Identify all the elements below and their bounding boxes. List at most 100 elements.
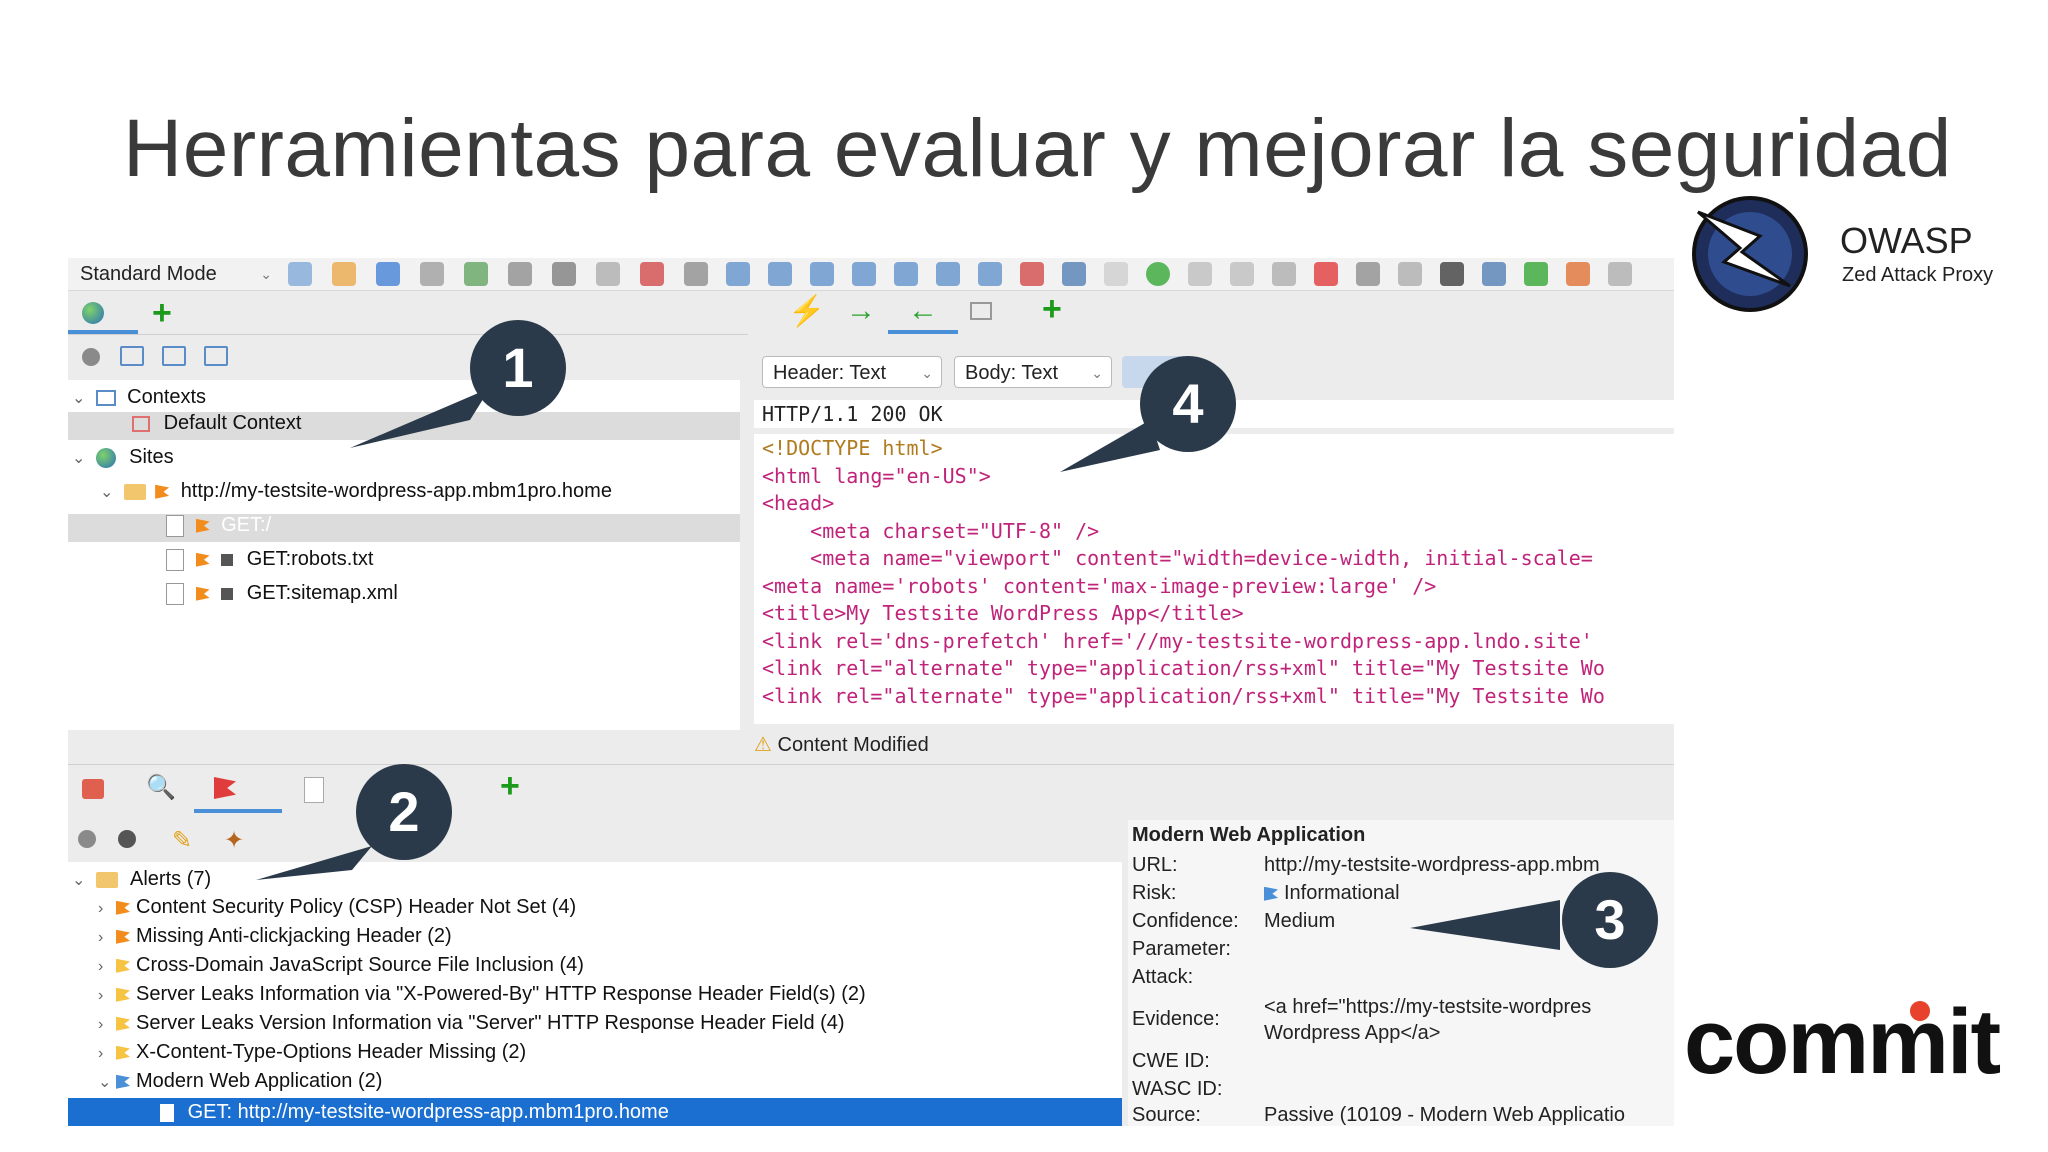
slide-title: Herramientas para evaluar y mejorar la s… — [123, 103, 1952, 194]
filter-icon[interactable] — [1356, 262, 1380, 286]
alert-item[interactable]: › Content Security Policy (CSP) Header No… — [98, 896, 576, 919]
risk-value: Informational — [1264, 882, 1400, 905]
circle-icon[interactable] — [78, 830, 96, 848]
active-tab-indicator — [68, 330, 138, 334]
manage-addons-icon[interactable] — [1062, 262, 1086, 286]
response-body[interactable]: <!DOCTYPE html> <html lang="en-US"> <head>… — [754, 434, 1674, 724]
tree-contexts[interactable]: ⌄ Contexts — [72, 386, 206, 409]
firefox-icon[interactable] — [1566, 262, 1590, 286]
owasp-logo-icon — [1692, 196, 1808, 312]
globe-icon[interactable] — [82, 302, 104, 324]
export-icon[interactable] — [596, 262, 620, 286]
risk-label: Risk: — [1132, 882, 1177, 904]
layout-7-icon[interactable] — [978, 262, 1002, 286]
cwe-label: CWE ID: — [1132, 1050, 1210, 1072]
record-icon[interactable] — [82, 348, 100, 366]
tree-node-robots[interactable]: GET:robots.txt — [68, 548, 373, 571]
alert-item[interactable]: › Cross-Domain JavaScript Source File Inc… — [98, 954, 584, 977]
alerts-root[interactable]: ⌄ Alerts (7) — [72, 868, 211, 891]
hint-icon[interactable] — [1104, 262, 1128, 286]
chevron-right-icon: › — [98, 900, 104, 917]
delete-icon[interactable] — [640, 262, 664, 286]
lightning-icon[interactable]: ⚡ — [788, 294, 825, 329]
chevron-down-icon: ⌄ — [72, 390, 86, 407]
search-icon[interactable]: 🔍 — [146, 773, 176, 802]
contexts-label: Contexts — [127, 386, 207, 408]
alert-item[interactable]: ⌄ Modern Web Application (2) — [98, 1070, 382, 1093]
url-value[interactable]: http://my-testsite-wordpress-app.mbm — [1264, 854, 1600, 877]
spider-icon — [221, 553, 234, 566]
owasp-subtitle: Zed Attack Proxy — [1842, 264, 1994, 286]
session-properties-icon[interactable] — [464, 262, 488, 286]
broom-icon[interactable]: ✦ — [224, 826, 244, 855]
scan-policy-icon[interactable] — [552, 262, 576, 286]
body-view-select[interactable]: Body: Text ⌄ — [954, 356, 1112, 388]
export-context-icon[interactable] — [204, 346, 228, 366]
alerts-flag-icon[interactable] — [214, 777, 236, 799]
url-label: URL: — [1132, 854, 1178, 876]
step-icon[interactable] — [1188, 262, 1212, 286]
stop-icon[interactable] — [1314, 262, 1338, 286]
file-icon — [160, 1103, 174, 1122]
scan-icon[interactable] — [1398, 262, 1422, 286]
output-icon[interactable] — [304, 777, 324, 803]
alert-item[interactable]: › Missing Anti-clickjacking Header (2) — [98, 925, 452, 948]
layout-4-icon[interactable] — [852, 262, 876, 286]
tree-node-sitemap[interactable]: GET:sitemap.xml — [68, 582, 398, 605]
new-context-icon[interactable] — [120, 346, 144, 366]
callout-4: 4 — [1140, 356, 1236, 452]
alert-item[interactable]: › X-Content-Type-Options Header Missing (… — [98, 1041, 526, 1064]
alert-item-label: Cross-Domain JavaScript Source File Incl… — [136, 954, 584, 976]
import-context-icon[interactable] — [162, 346, 186, 366]
alert-selected-row[interactable]: GET: http://my-testsite-wordpress-app.mb… — [68, 1098, 1122, 1126]
arrow-right-icon[interactable]: → — [846, 294, 876, 328]
tree-default-context[interactable]: Default Context — [68, 412, 740, 440]
flag-icon — [195, 586, 210, 601]
page-icon[interactable] — [1608, 262, 1632, 286]
alerts-tree: ⌄ Alerts (7) › Content Security Policy (C… — [68, 862, 1122, 1126]
layout-6-icon[interactable] — [936, 262, 960, 286]
add-icon[interactable]: + — [500, 767, 520, 806]
mode-select[interactable]: Standard Mode ⌄ — [70, 258, 280, 290]
save-session-icon[interactable] — [376, 262, 400, 286]
flag-icon — [116, 1016, 130, 1031]
header-view-select[interactable]: Header: Text ⌄ — [762, 356, 942, 388]
alert-item[interactable]: › Server Leaks Version Information via "S… — [98, 1012, 845, 1035]
callout-1: 1 — [470, 320, 566, 416]
hud-icon[interactable] — [1524, 262, 1548, 286]
edit-icon[interactable]: ✎ — [172, 826, 192, 855]
arrow-left-icon[interactable]: ← — [908, 294, 938, 328]
add-icon[interactable]: + — [1042, 290, 1062, 329]
layout-2-icon[interactable] — [768, 262, 792, 286]
chevron-down-icon: ⌄ — [921, 365, 933, 381]
open-session-icon[interactable] — [332, 262, 356, 286]
layout-5-icon[interactable] — [894, 262, 918, 286]
windows-icon[interactable] — [970, 302, 992, 320]
help-icon[interactable] — [1482, 262, 1506, 286]
tree-node-get-root[interactable]: GET:/ — [68, 514, 740, 542]
flag-icon — [116, 987, 130, 1002]
alert-item[interactable]: › Server Leaks Information via "X-Powered… — [98, 983, 866, 1006]
tree-sites[interactable]: ⌄ Sites — [72, 446, 174, 469]
alert-item-label: Missing Anti-clickjacking Header (2) — [136, 925, 452, 947]
history-icon[interactable] — [82, 779, 104, 799]
plugin-icon[interactable] — [1020, 262, 1044, 286]
layout-3-icon[interactable] — [810, 262, 834, 286]
sites-tree: ⌄ Contexts Default Context ⌄ Sites ⌄ htt… — [68, 380, 740, 730]
drop-icon[interactable] — [1272, 262, 1296, 286]
snapshot-icon[interactable] — [420, 262, 444, 286]
break-icon[interactable] — [1146, 262, 1170, 286]
terminal-icon[interactable] — [1440, 262, 1464, 286]
active-tab-indicator — [888, 330, 958, 334]
tree-site-url[interactable]: ⌄ http://my-testsite-wordpress-app.mbm1p… — [100, 480, 612, 503]
file-icon — [166, 582, 184, 605]
layout-1-icon[interactable] — [726, 262, 750, 286]
fix-icon[interactable] — [684, 262, 708, 286]
flag-icon — [155, 484, 170, 499]
add-icon[interactable]: + — [152, 294, 172, 333]
globe-filter-icon[interactable] — [118, 830, 136, 848]
code-line: <meta name='robots' content='max-image-p… — [762, 573, 1437, 598]
new-session-icon[interactable] — [288, 262, 312, 286]
continue-icon[interactable] — [1230, 262, 1254, 286]
options-icon[interactable] — [508, 262, 532, 286]
